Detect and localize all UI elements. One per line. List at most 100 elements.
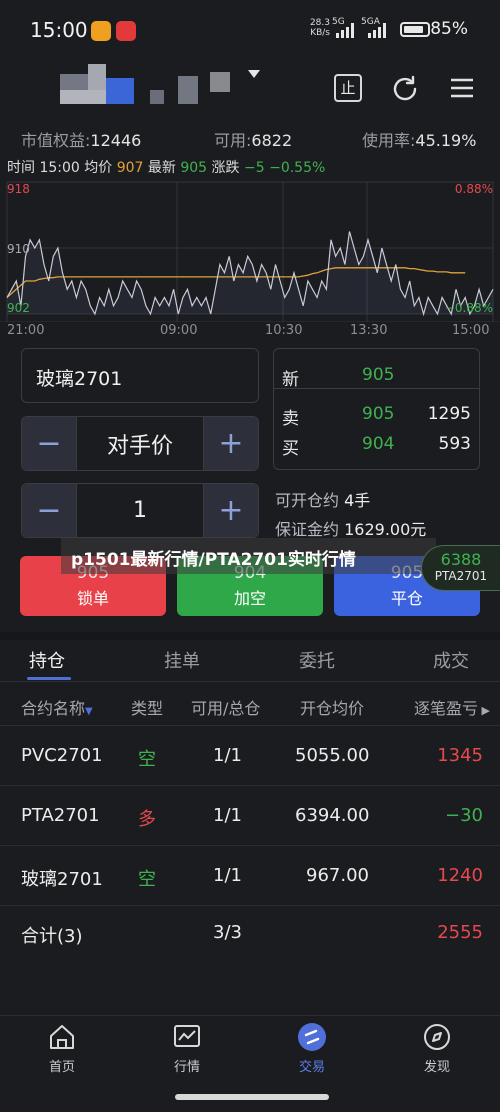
battery-percent: 85% [430,19,468,39]
col-header-avg: 开仓均价 [300,699,365,718]
nav-trade[interactable]: 交易 [272,1022,352,1075]
row-type: 多 [138,809,156,830]
nav-market[interactable]: 行情 [147,1022,227,1075]
price-minus-button[interactable]: − [22,417,76,470]
col-pnl-label: 逐笔盈亏 [414,699,479,718]
tab-indicator [27,677,71,680]
col-header-pnl[interactable]: 逐笔盈亏 ▶ [414,695,490,719]
qty-minus-button[interactable]: − [22,484,76,537]
nav-home[interactable]: 首页 [22,1022,102,1075]
contract-selector[interactable]: 玻璃2701 [21,348,259,403]
nav-discover-label: 发现 [423,1060,450,1075]
header-divider [0,725,500,726]
row-name[interactable]: 玻璃2701 [21,865,103,891]
y-tick-label-left: 902 [7,301,30,315]
signal-icon [336,22,354,38]
stop-icon-glyph: 止 [340,79,356,97]
refresh-icon[interactable] [390,74,420,104]
price-type[interactable]: 对手价 [76,417,204,470]
row-qty: 1/1 [213,865,242,886]
change-pct: −0.55% [269,160,326,176]
intraday-chart[interactable]: 918 910 902 0.88% −0.88% [0,176,500,322]
avg-label: 均价 [84,160,113,176]
margin-value: 1629.00元 [344,520,427,539]
y-tick-label-right: 0.88% [455,182,493,196]
nav-market-label: 行情 [173,1060,200,1075]
app-notification-icon [91,21,111,41]
x-tick-label: 09:00 [160,323,198,338]
last-value: 905 [180,160,208,176]
net-speed-unit: KB/s [310,28,330,38]
ask-price: 905 [362,404,395,424]
net-speed-value: 28.3 [309,18,330,28]
usage-value: 45.19% [415,131,477,150]
stop-icon[interactable]: 止 [334,74,362,102]
row-qty: 1/1 [213,745,242,766]
tab-positions[interactable]: 持仓 [29,647,65,673]
row-avg: 5055.00 [295,745,370,766]
price-plus-button[interactable]: + [204,417,258,470]
add-short-label: 加空 [233,589,266,608]
battery-level [404,26,423,33]
usage-label: 使用率: [362,131,416,150]
y-tick-label-left: 910 [7,242,30,256]
floating-quote[interactable]: 6388 PTA2701 [421,545,500,591]
row-divider [0,845,500,846]
row-divider [0,785,500,786]
lock-label: 锁单 [76,589,109,608]
time-label: 时间 [7,160,35,176]
change-label: 涨跌 [211,160,240,176]
tab-trades[interactable]: 成交 [433,647,469,673]
row-type: 空 [138,749,156,770]
row-divider [0,905,500,906]
qty-plus-button[interactable]: + [204,484,258,537]
menu-icon[interactable] [448,74,476,102]
chart-icon [174,1025,200,1047]
battery-icon [400,22,430,37]
usage-info: 使用率:45.19% [362,127,476,151]
floating-quote-value: 6388 [440,550,482,569]
change-value: −5 [244,160,265,176]
y-tick-label-left: 918 [7,182,30,196]
row-avg: 967.00 [306,865,369,886]
row-qty: 1/1 [213,805,242,826]
blurred-title [60,64,260,106]
row-avg: 6394.00 [295,805,370,826]
last-label: 新 [282,370,299,390]
equity-info: 市值权益:12446 [21,127,141,151]
qty-input[interactable]: 1 [76,484,204,537]
app-notification-icon-2 [116,21,136,41]
col-header-type: 类型 [131,699,164,718]
last-price: 905 [362,365,395,385]
tab-orders[interactable]: 委托 [299,647,335,673]
col-header-name[interactable]: 合约名称▼ [21,695,93,719]
row-pnl: −30 [445,805,483,826]
total-pnl: 2555 [437,922,483,943]
row-name[interactable]: PTA2701 [21,805,100,826]
openable-label: 可开仓约 [275,491,340,510]
nav-divider [0,1015,500,1016]
chevron-right-icon: ▶ [478,704,490,717]
avg-value: 907 [116,160,144,176]
tab-pending[interactable]: 挂单 [164,647,200,673]
x-tick-label: 21:00 [7,323,45,338]
row-name[interactable]: PVC2701 [21,745,103,766]
ask-label: 卖 [282,409,299,429]
section-separator [0,632,500,640]
floating-quote-name: PTA2701 [434,569,488,583]
dropdown-arrow-icon[interactable] [248,70,260,78]
network-speed: 28.3 KB/s [310,18,330,38]
watermark-banner: p1501最新行情/PTA2701实时行情 [61,538,436,574]
bid-volume: 593 [438,434,471,454]
nav-home-label: 首页 [48,1060,75,1075]
nav-discover[interactable]: 发现 [397,1022,477,1075]
nav-trade-label: 交易 [298,1060,325,1075]
quote-summary: 时间 15:00 均价 907 最新 905 涨跌 −5 −0.55% [7,157,325,177]
home-icon [50,1025,74,1049]
available-info: 可用:6822 [214,127,292,151]
openable-value: 4手 [344,491,371,510]
x-tick-label: 10:30 [265,323,303,338]
col-name-label: 合约名称 [21,699,86,718]
row-type: 空 [138,869,156,890]
sort-icon: ▼ [85,706,93,717]
